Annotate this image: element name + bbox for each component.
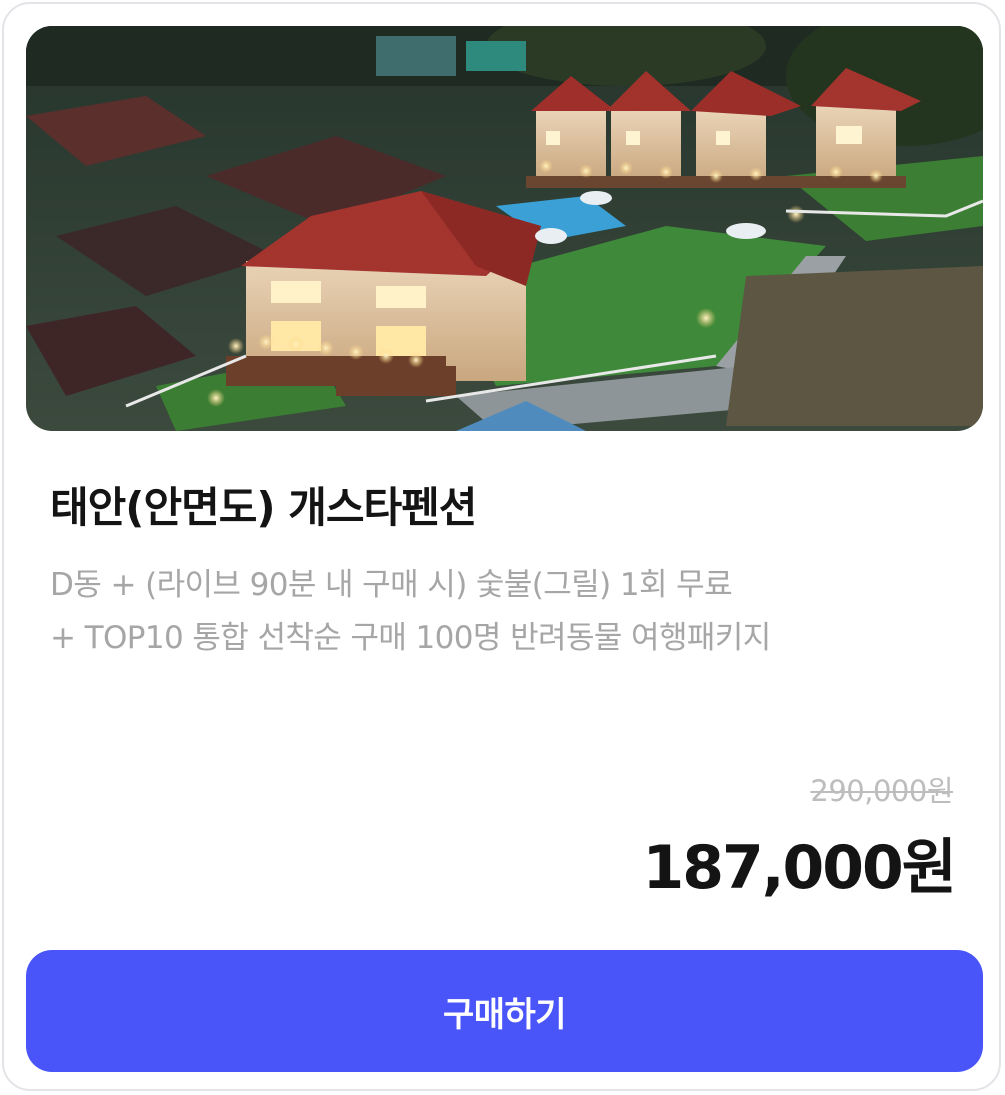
sale-price: 187,000원: [642, 833, 957, 903]
buy-button-label: 구매하기: [442, 994, 567, 1035]
buy-button[interactable]: 구매하기: [26, 950, 983, 1072]
product-card[interactable]: 태안(안면도) 개스타펜션 D동 + (라이브 90분 내 구매 시) 숯불(그…: [2, 2, 1001, 1091]
description-line-1: D동 + (라이브 90분 내 구매 시) 숯불(그릴) 1회 무료: [50, 567, 733, 603]
product-title: 태안(안면도) 개스타펜션: [50, 483, 477, 532]
product-description: D동 + (라이브 90분 내 구매 시) 숯불(그릴) 1회 무료 + TOP…: [50, 559, 950, 665]
description-line-2: + TOP10 통합 선착순 구매 100명 반려동물 여행패키지: [50, 620, 771, 656]
original-price: 290,000원: [810, 774, 953, 808]
product-photo[interactable]: [26, 26, 983, 431]
